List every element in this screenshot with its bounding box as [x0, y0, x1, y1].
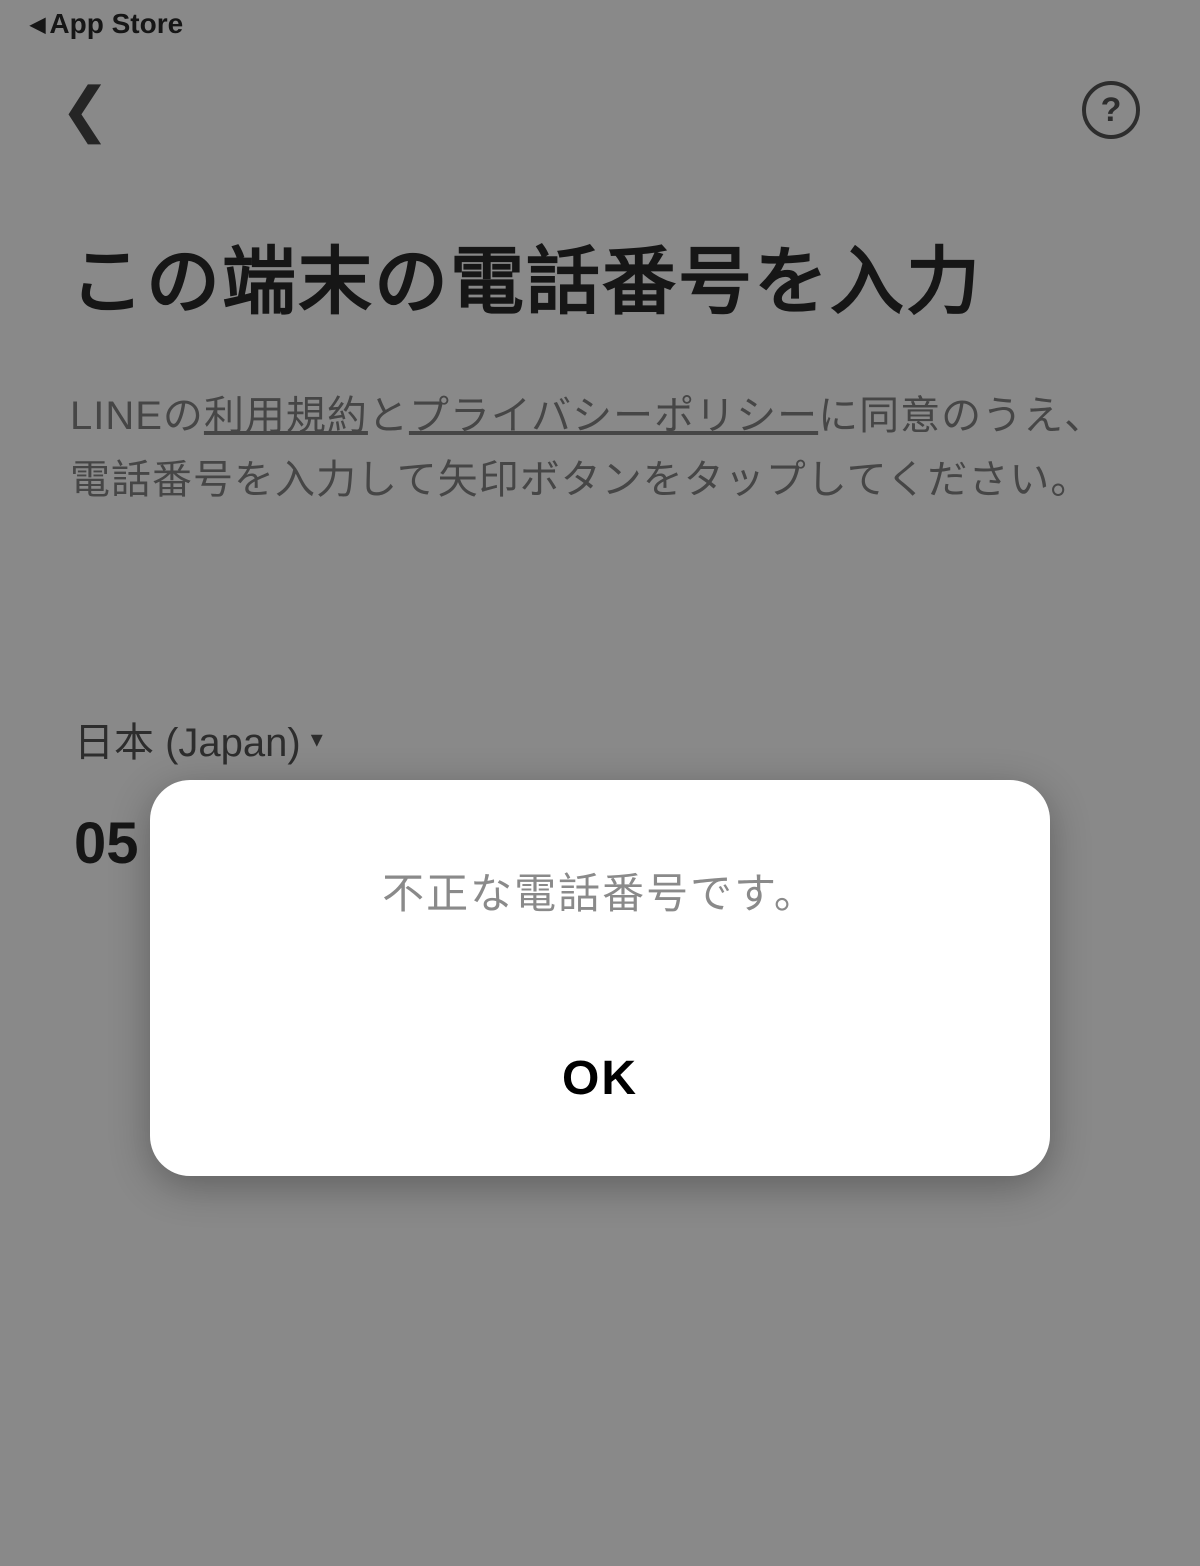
phone-entry-screen: ◀ App Store ❮ ? この端末の電話番号を入力 LINEの利用規約とプ… — [0, 0, 1200, 1566]
modal-overlay: 不正な電話番号です。 OK — [0, 0, 1200, 1566]
dialog-message: 不正な電話番号です。 — [190, 860, 1010, 921]
ok-button[interactable]: OK — [522, 1031, 678, 1126]
error-dialog: 不正な電話番号です。 OK — [150, 780, 1050, 1176]
